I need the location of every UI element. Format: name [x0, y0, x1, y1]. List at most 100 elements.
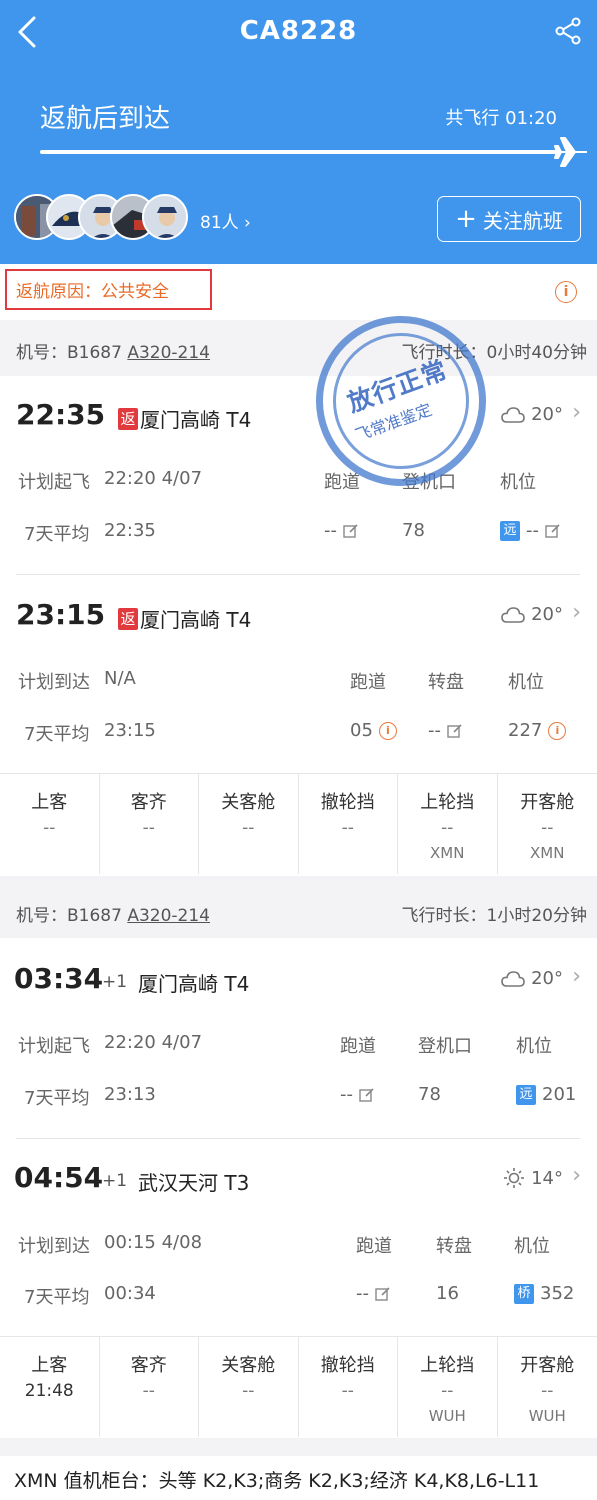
stat-airport: WUH: [428, 1407, 466, 1425]
flight-status: 返航后到达: [40, 104, 171, 134]
stand-text: 201: [542, 1084, 577, 1105]
runway-value[interactable]: --: [324, 520, 359, 541]
runway-value[interactable]: --: [340, 1084, 375, 1105]
stat-value: --: [142, 1381, 155, 1401]
plus-icon: +: [455, 204, 477, 234]
flight-number-title: CA8228: [239, 16, 358, 46]
chevron-right-icon[interactable]: ›: [572, 600, 581, 625]
airport-name: 厦门高崎 T4: [140, 408, 252, 432]
leg1-dep-airport[interactable]: 返 厦门高崎 T4: [118, 404, 251, 433]
sched-value: 22:20 4/07: [104, 1032, 203, 1053]
stat-value: --: [541, 1381, 554, 1401]
runway-label: 跑道: [340, 1036, 376, 1057]
runway-value[interactable]: --: [356, 1283, 391, 1304]
stat-value: --: [441, 818, 454, 838]
leg1-arr-airport[interactable]: 返 厦门高崎 T4: [118, 604, 251, 633]
runway-text: --: [356, 1283, 369, 1304]
leg1-dep-weather: 20°: [501, 404, 563, 425]
sched-label: 计划起飞: [18, 472, 90, 493]
leg1-dep-time: 22:35: [16, 398, 106, 431]
plane-icon: [554, 137, 587, 167]
stat-label: 开客舱: [520, 1355, 575, 1376]
stand-value[interactable]: 桥 352: [514, 1283, 574, 1304]
share-icon[interactable]: [553, 16, 583, 46]
leg1-aircraft-bar: 机号：B1687 A320-214 飞行时长：0小时40分钟: [0, 320, 597, 376]
follow-flight-button[interactable]: + 关注航班: [437, 196, 581, 242]
stat-label: 撤轮挡: [320, 1355, 375, 1376]
runway-label: 跑道: [350, 672, 386, 693]
next-day-marker: +1: [102, 1171, 128, 1191]
stat-label: 上轮挡: [420, 792, 475, 813]
remote-stand-tag: 远: [516, 1084, 536, 1105]
carousel-value[interactable]: --: [428, 720, 463, 741]
carousel-value: 16: [436, 1283, 459, 1304]
stat-value: --: [142, 818, 155, 838]
approval-stamp: 放行正常 飞常准鉴定: [316, 316, 486, 486]
total-duration: 共飞行 01:20: [445, 108, 557, 129]
leg2-dep-airport[interactable]: 厦门高崎 T4: [138, 968, 249, 997]
stand-value[interactable]: 远 201: [516, 1084, 576, 1105]
chevron-right-icon[interactable]: ›: [572, 964, 581, 989]
avg-value: 23:15: [104, 720, 156, 741]
info-icon[interactable]: i: [555, 281, 577, 303]
passenger-avatars[interactable]: [14, 194, 214, 242]
chevron-right-icon[interactable]: ›: [572, 400, 581, 425]
stat-cell: 开客舱 -- WUH: [498, 1337, 597, 1437]
cloud-icon: [501, 970, 525, 987]
people-count: 81人: [200, 213, 239, 233]
cloud-icon: [501, 606, 525, 623]
bridge-stand-tag: 桥: [514, 1283, 534, 1304]
leg1-arr-weather: 20°: [501, 604, 563, 625]
stat-cell: 关客舱 --: [199, 774, 299, 874]
stat-label: 关客舱: [221, 792, 276, 813]
avg-label: 7天平均: [24, 1287, 90, 1308]
stat-label: 上轮挡: [420, 1355, 475, 1376]
section-gap: [0, 1438, 597, 1456]
leg1-arr-time: 23:15: [16, 598, 106, 631]
runway-text: --: [324, 520, 337, 541]
edit-icon: [545, 523, 560, 538]
avg-label: 7天平均: [24, 724, 90, 745]
temperature: 20°: [531, 404, 563, 425]
sched-value: N/A: [104, 668, 136, 689]
stat-value: --: [43, 818, 56, 838]
sched-label: 计划到达: [18, 1236, 90, 1257]
avatar: [142, 194, 188, 240]
stat-airport: XMN: [530, 844, 565, 862]
checkin-counter-info: XMN 值机柜台：头等 K2,K3;商务 K2,K3;经济 K4,K8,L6-L…: [14, 1470, 540, 1492]
carousel-label: 转盘: [436, 1236, 472, 1257]
sched-label: 计划起飞: [18, 1036, 90, 1057]
stand-label: 机位: [500, 472, 536, 493]
stand-label: 机位: [514, 1236, 550, 1257]
airport-name: 厦门高崎 T4: [140, 608, 252, 632]
runway-value[interactable]: 05 i: [350, 720, 397, 741]
leg2-arr-airport[interactable]: 武汉天河 T3: [138, 1167, 249, 1196]
stat-cell: 上客 --: [0, 774, 100, 874]
aircraft-model-link[interactable]: A320-214: [127, 906, 210, 926]
stat-value: --: [242, 1381, 255, 1401]
carousel-text: --: [428, 720, 441, 741]
leg1-ground-stats: 上客 -- 客齐 -- 关客舱 -- 撤轮挡 -- 上轮挡 -- XMN 开客舱 -- XMN: [0, 774, 597, 874]
flight-header: CA8228 返航后到达 共飞行 01:20 81人 › + 关注航班: [0, 0, 597, 264]
people-count-link[interactable]: 81人 ›: [200, 208, 251, 233]
stand-value[interactable]: 227 i: [508, 720, 567, 741]
stat-label: 客齐: [130, 792, 167, 813]
runway-text: 05: [350, 720, 373, 741]
info-icon: i: [548, 721, 567, 740]
return-tag: 返: [118, 407, 138, 430]
stand-text: 227: [508, 720, 543, 741]
chevron-right-icon: ›: [244, 213, 251, 233]
stat-cell: 关客舱 --: [199, 1337, 299, 1437]
stat-value: --: [242, 818, 255, 838]
edit-icon: [359, 1087, 374, 1102]
airport-name: 厦门高崎 T4: [138, 972, 250, 996]
avg-value: 22:35: [104, 520, 156, 541]
sched-label: 计划到达: [18, 672, 90, 693]
aircraft-model-link[interactable]: A320-214: [127, 343, 210, 363]
sched-value: 00:15 4/08: [104, 1232, 203, 1253]
stand-value[interactable]: 远 --: [500, 520, 561, 541]
stat-label: 撤轮挡: [320, 792, 375, 813]
chevron-right-icon[interactable]: ›: [572, 1163, 581, 1188]
stat-cell: 开客舱 -- XMN: [498, 774, 597, 874]
stat-value: --: [341, 818, 354, 838]
